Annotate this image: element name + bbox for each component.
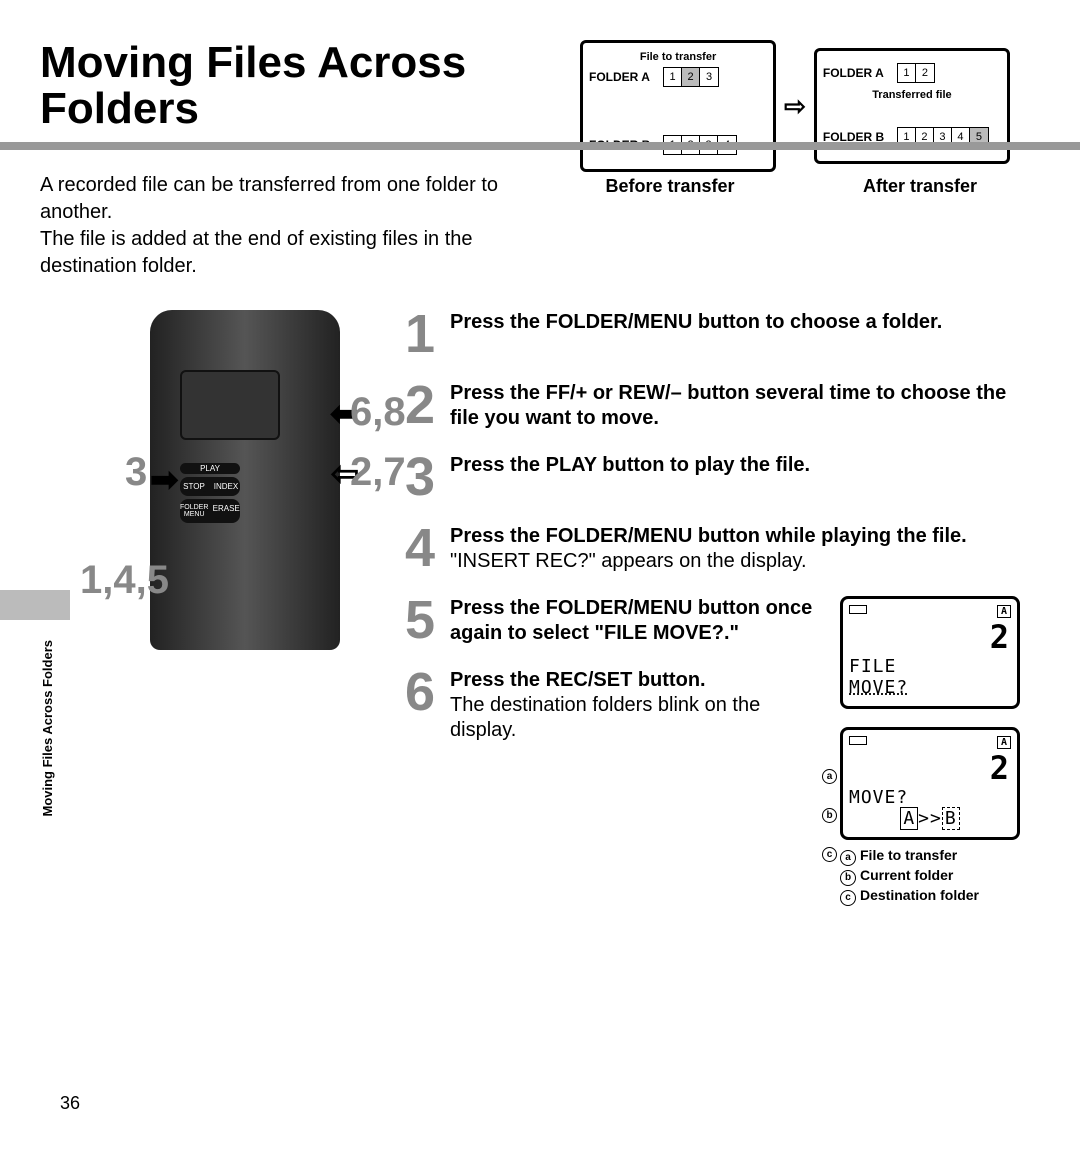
after-label: After transfer — [830, 176, 1010, 197]
arrow-icon: ⬅ — [150, 460, 179, 500]
side-tab: Moving Files Across Folders — [40, 640, 55, 817]
callout-145: 1,4,5 — [80, 558, 169, 603]
play-button-label: PLAY — [180, 463, 240, 474]
step-2: 2 Press the FF/+ or REW/– button several… — [400, 381, 1020, 431]
before-label: Before transfer — [580, 176, 760, 197]
battery-icon — [849, 605, 867, 614]
arrow-icon: ⇨ — [784, 91, 806, 122]
index-button-label: INDEX — [212, 481, 240, 492]
folder-a-icon: A — [997, 736, 1011, 749]
folder-menu-button-label: FOLDER MENU — [180, 503, 208, 519]
step-1: 1 Press the FOLDER/MENU button to choose… — [400, 310, 1020, 359]
step-3: 3 Press the PLAY button to play the file… — [400, 453, 1020, 502]
file-to-transfer-label: File to transfer — [589, 51, 767, 63]
callout-3: 3 — [125, 450, 147, 495]
page-title: Moving Files Across Folders — [40, 40, 560, 132]
transferred-file-label: Transferred file — [823, 89, 1001, 101]
folder-a-icon: A — [997, 605, 1011, 618]
page-number: 36 — [60, 1093, 80, 1114]
lcd-file-move: A 2 FILE MOVE? — [840, 596, 1020, 709]
divider — [40, 138, 1020, 154]
device-illustration: PLAY STOP INDEX FOLDER MENU ERASE ➡ ⇨ ⬅ … — [40, 310, 390, 950]
stop-button-label: STOP — [180, 481, 208, 492]
battery-icon — [849, 736, 867, 745]
erase-button-label: ERASE — [212, 503, 240, 519]
marker-b-icon: b — [822, 808, 837, 823]
intro-text: A recorded file can be transferred from … — [40, 172, 540, 280]
step-6: 6 Press the REC/SET button. The destinat… — [400, 668, 828, 743]
marker-a-icon: a — [822, 769, 837, 784]
lcd-move-ab: A 2 MOVE? A>>B — [840, 727, 1020, 840]
step-5: 5 Press the FOLDER/MENU button once agai… — [400, 596, 828, 646]
step-4: 4 Press the FOLDER/MENU button while pla… — [400, 524, 1020, 574]
transfer-diagram: File to transfer FOLDER A 1 2 3 FOLDER B… — [580, 40, 1010, 197]
lcd-legend: aFile to transfer bCurrent folder cDesti… — [840, 846, 1020, 906]
callout-27: 2,7 — [350, 450, 406, 495]
marker-c-icon: c — [822, 847, 837, 862]
callout-68: 6,8 — [350, 390, 406, 435]
